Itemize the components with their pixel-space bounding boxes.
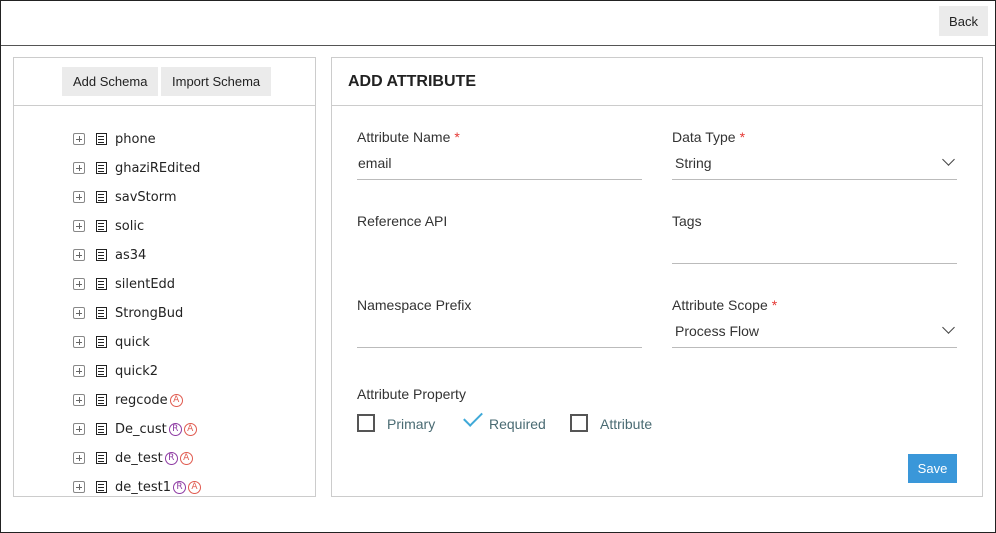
expand-plus-icon[interactable] (73, 394, 85, 406)
attribute-checkbox[interactable] (570, 414, 588, 432)
expand-plus-icon[interactable] (73, 220, 85, 232)
table-icon (96, 365, 107, 377)
schema-tree-item[interactable]: silentEdd (73, 274, 175, 294)
primary-checkbox[interactable] (357, 414, 375, 432)
schema-tree-item[interactable]: De_cust R A (73, 419, 197, 439)
data-type-select[interactable]: String (675, 155, 712, 171)
table-icon (96, 162, 107, 174)
attribute-scope-select[interactable]: Process Flow (675, 323, 759, 339)
r-badge-icon: R (164, 451, 178, 465)
schema-tree-item-label: quick2 (115, 363, 159, 379)
r-badge-icon: R (168, 422, 182, 436)
chevron-down-icon[interactable] (942, 153, 955, 166)
expand-plus-icon[interactable] (73, 307, 85, 319)
table-icon (96, 191, 107, 203)
schema-tree-item[interactable]: de_test1 R A (73, 477, 201, 496)
expand-plus-icon[interactable] (73, 191, 85, 203)
schema-tree-item[interactable]: solic (73, 216, 144, 236)
expand-plus-icon[interactable] (73, 423, 85, 435)
namespace-prefix-label: Namespace Prefix (357, 297, 472, 313)
tags-underline (672, 263, 957, 264)
data-type-label: Data Type * (672, 129, 746, 145)
schema-tree: phone ghaziREdited savStorm solic as34 silent… (14, 107, 315, 496)
a-badge-icon: A (179, 451, 193, 465)
schema-panel: Add Schema Import Schema phone ghaziREdit… (13, 57, 316, 497)
schema-tree-item[interactable]: de_test R A (73, 448, 193, 468)
add-attribute-panel: ADD ATTRIBUTE Attribute Name * email Data… (331, 57, 983, 497)
schema-tree-item-label: phone (115, 131, 156, 147)
namespace-prefix-underline (357, 347, 642, 348)
schema-tree-item[interactable]: ghaziREdited (73, 158, 200, 178)
schema-tree-item[interactable]: quick (73, 332, 150, 352)
reference-api-label: Reference API (357, 213, 448, 229)
expand-plus-icon[interactable] (73, 162, 85, 174)
table-icon (96, 249, 107, 261)
schema-tree-item[interactable]: phone (73, 129, 156, 149)
a-badge-icon: A (188, 480, 201, 494)
schema-toolbar: Add Schema Import Schema (14, 58, 315, 106)
schema-tree-item-label: savStorm (115, 189, 177, 205)
expand-plus-icon[interactable] (73, 452, 85, 464)
table-icon (96, 423, 107, 435)
tags-label: Tags (672, 213, 702, 229)
r-badge-icon: R (173, 480, 186, 494)
expand-plus-icon[interactable] (73, 278, 85, 290)
table-icon (96, 481, 107, 493)
expand-plus-icon[interactable] (73, 249, 85, 261)
table-icon (96, 133, 107, 145)
panel-header: ADD ATTRIBUTE (332, 58, 982, 106)
table-icon (96, 278, 107, 290)
tags-input[interactable] (675, 239, 955, 259)
expand-plus-icon[interactable] (73, 336, 85, 348)
required-checkbox[interactable] (463, 407, 483, 427)
table-icon (96, 452, 107, 464)
chevron-down-icon[interactable] (942, 321, 955, 334)
attribute-property-label: Attribute Property (357, 386, 466, 402)
import-schema-button[interactable]: Import Schema (161, 67, 272, 96)
attribute-name-input[interactable]: email (358, 155, 391, 171)
schema-tree-item-label: de_test (115, 450, 163, 466)
schema-tree-item-label: as34 (115, 247, 147, 263)
namespace-prefix-input[interactable] (358, 323, 638, 343)
expand-plus-icon[interactable] (73, 133, 85, 145)
top-bar: Back (1, 1, 995, 46)
schema-tree-item-label: silentEdd (115, 276, 176, 292)
expand-plus-icon[interactable] (73, 481, 85, 493)
schema-tree-item[interactable]: as34 (73, 245, 146, 265)
required-label[interactable]: Required (489, 416, 546, 432)
schema-tree-item-label: de_test1 (115, 479, 171, 495)
attribute-label[interactable]: Attribute (600, 416, 652, 432)
table-icon (96, 307, 107, 319)
schema-tree-item[interactable]: quick2 (73, 361, 158, 381)
back-button[interactable]: Back (939, 6, 988, 36)
attribute-scope-underline (672, 347, 957, 348)
primary-label[interactable]: Primary (387, 416, 435, 432)
schema-tree-item-label: regcode (115, 392, 168, 408)
schema-tree-item-label: StrongBud (115, 305, 184, 321)
a-badge-icon: A (169, 393, 183, 407)
schema-tree-item[interactable]: savStorm (73, 187, 177, 207)
attribute-name-label: Attribute Name * (357, 129, 460, 145)
page-title: ADD ATTRIBUTE (348, 73, 476, 90)
schema-tree-item[interactable]: regcode A (73, 390, 183, 410)
schema-tree-item-label: De_cust (115, 421, 167, 437)
a-badge-icon: A (183, 422, 197, 436)
attribute-scope-label: Attribute Scope * (672, 297, 778, 313)
data-type-underline (672, 179, 957, 180)
schema-tree-item-label: ghaziREdited (115, 160, 201, 176)
schema-tree-item[interactable]: StrongBud (73, 303, 183, 323)
table-icon (96, 336, 107, 348)
table-icon (96, 394, 107, 406)
add-schema-button[interactable]: Add Schema (62, 67, 159, 96)
attribute-name-underline (357, 179, 642, 180)
schema-tree-item-label: quick (115, 334, 150, 350)
expand-plus-icon[interactable] (73, 365, 85, 377)
table-icon (96, 220, 107, 232)
save-button[interactable]: Save (908, 454, 957, 483)
schema-tree-item-label: solic (115, 218, 145, 234)
